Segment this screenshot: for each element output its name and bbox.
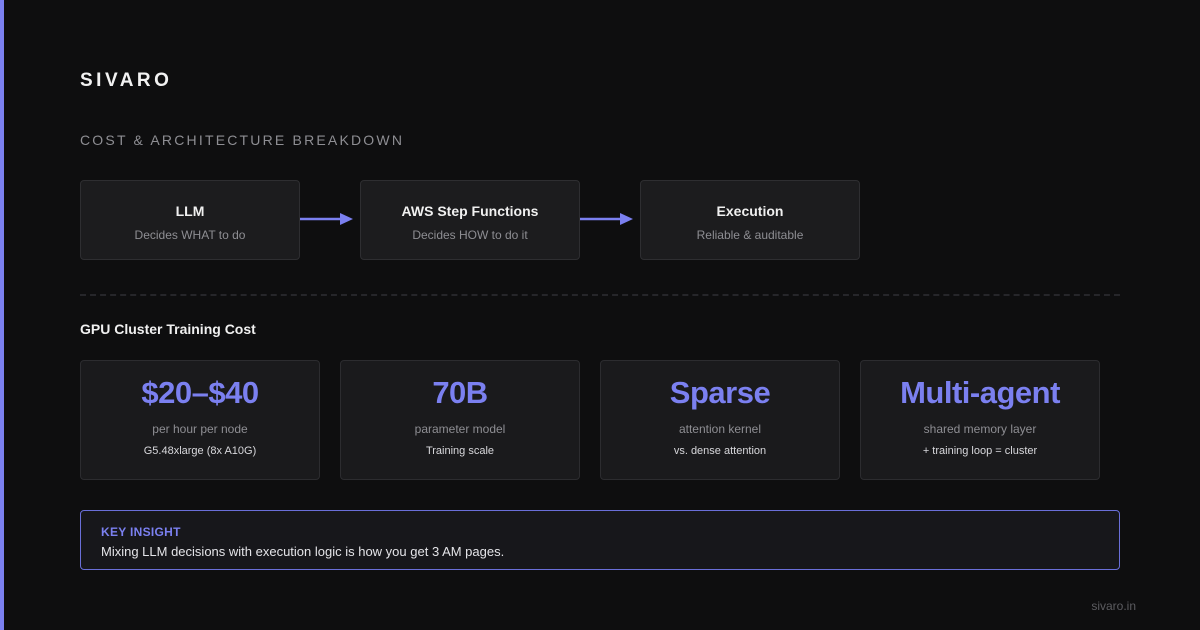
stat-value: Sparse — [669, 375, 771, 410]
right-arrow-icon — [580, 213, 633, 225]
flow-step-llm: LLM Decides WHAT to do — [80, 180, 300, 260]
brand-logo: SIVARO — [80, 70, 173, 91]
stat-card-model-size: 70B parameter model Training scale — [340, 360, 580, 480]
stat-detail: Training scale — [425, 445, 495, 457]
stat-label: per hour per node — [152, 422, 248, 436]
gpu-section-title: GPU Cluster Training Cost — [80, 321, 256, 337]
flow-step-title: Execution — [716, 203, 784, 219]
stat-card-cost: $20–$40 per hour per node G5.48xlarge (8… — [80, 360, 320, 480]
stat-detail: vs. dense attention — [673, 445, 767, 457]
key-insight-callout: KEY INSIGHT Mixing LLM decisions with ex… — [80, 510, 1120, 570]
footer-url: sivaro.in — [1091, 599, 1136, 613]
flow-step-title: LLM — [175, 203, 205, 219]
section-title: COST & ARCHITECTURE BREAKDOWN — [80, 132, 405, 148]
flow-step-title: AWS Step Functions — [401, 203, 539, 219]
stat-label: shared memory layer — [923, 422, 1037, 436]
stat-label: parameter model — [414, 422, 506, 436]
insight-text: Mixing LLM decisions with execution logi… — [101, 544, 505, 559]
stat-detail: G5.48xlarge (8x A10G) — [143, 445, 257, 457]
stat-value: Multi-agent — [900, 375, 1060, 410]
flow-step-subtitle: Decides WHAT to do — [134, 228, 246, 242]
flow-step-step-functions: AWS Step Functions Decides HOW to do it — [360, 180, 580, 260]
dashed-divider — [80, 294, 1120, 296]
left-accent-bar — [0, 0, 4, 630]
insight-label: KEY INSIGHT — [101, 525, 181, 539]
right-arrow-icon — [300, 213, 353, 225]
stat-value: 70B — [432, 375, 488, 410]
stat-value: $20–$40 — [141, 375, 259, 410]
flow-step-subtitle: Decides HOW to do it — [412, 228, 528, 242]
flow-step-execution: Execution Reliable & auditable — [640, 180, 860, 260]
stat-label: attention kernel — [678, 422, 762, 436]
stat-card-attention: Sparse attention kernel vs. dense attent… — [600, 360, 840, 480]
stat-card-multi-agent: Multi-agent shared memory layer + traini… — [860, 360, 1100, 480]
stat-detail: + training loop = cluster — [922, 445, 1038, 457]
flow-step-subtitle: Reliable & auditable — [696, 228, 804, 242]
